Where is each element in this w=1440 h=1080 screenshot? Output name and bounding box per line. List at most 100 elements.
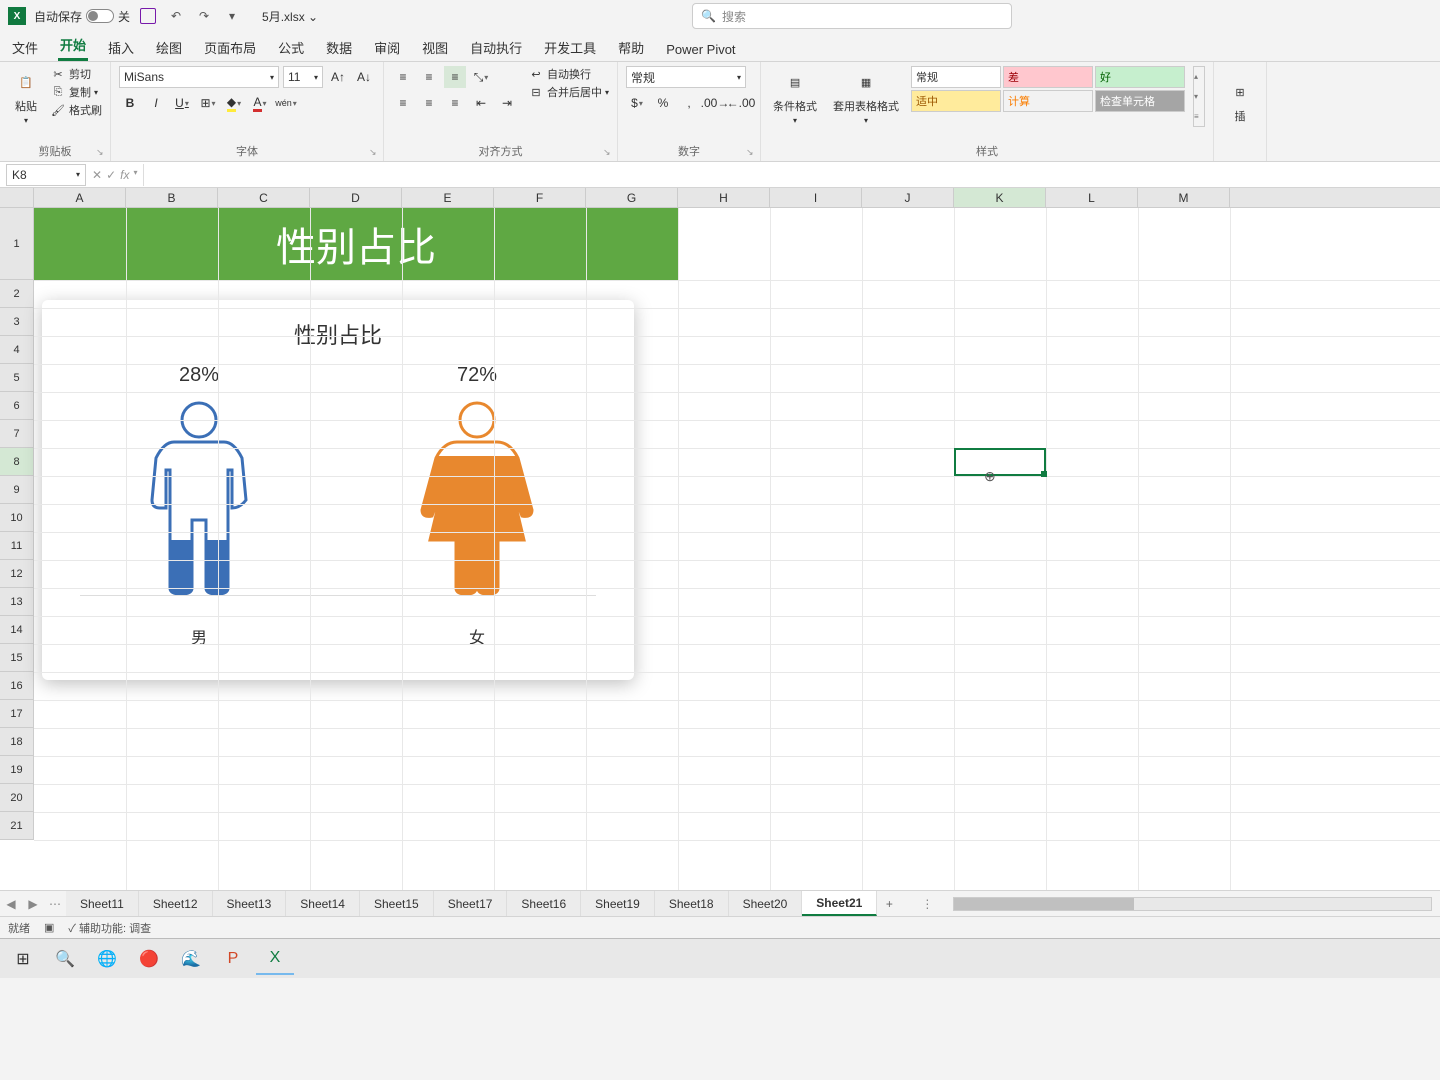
powerpoint-icon[interactable]: P <box>214 943 252 975</box>
row-header[interactable]: 6 <box>0 392 33 420</box>
dialog-launcher-icon[interactable]: ↘ <box>369 147 381 159</box>
tab-auto[interactable]: 自动执行 <box>468 34 524 61</box>
tab-power[interactable]: Power Pivot <box>664 38 737 61</box>
phonetic-button[interactable]: wén <box>275 92 297 114</box>
cell-styles-gallery[interactable]: 常规 差 好 适中 计算 检查单元格 <box>911 66 1185 127</box>
row-header[interactable]: 7 <box>0 420 33 448</box>
tab-formula[interactable]: 公式 <box>276 34 306 61</box>
tab-dev[interactable]: 开发工具 <box>542 34 598 61</box>
decrease-decimal-button[interactable]: ←.00 <box>730 92 752 114</box>
font-color-button[interactable]: A <box>249 92 271 114</box>
column-header[interactable]: L <box>1046 188 1138 207</box>
tab-review[interactable]: 审阅 <box>372 34 402 61</box>
column-header[interactable]: J <box>862 188 954 207</box>
style-bad[interactable]: 差 <box>1003 66 1093 88</box>
tab-home[interactable]: 开始 <box>58 31 88 61</box>
sheet-tab[interactable]: Sheet21 <box>802 891 877 916</box>
style-normal[interactable]: 常规 <box>911 66 1001 88</box>
enter-icon[interactable]: ✓ <box>106 168 116 182</box>
border-button[interactable]: ⊞ <box>197 92 219 114</box>
number-format-select[interactable]: 常规▾ <box>626 66 746 88</box>
align-top-button[interactable]: ≡ <box>392 66 414 88</box>
align-center-button[interactable]: ≡ <box>418 92 440 114</box>
align-left-button[interactable]: ≡ <box>392 92 414 114</box>
status-accessibility[interactable]: ✓ 辅助功能: 调查 <box>68 920 151 936</box>
row-header[interactable]: 21 <box>0 812 33 840</box>
taskbar-search-icon[interactable]: 🔍 <box>46 943 84 975</box>
decrease-indent-button[interactable]: ⇤ <box>470 92 492 114</box>
row-header[interactable]: 3 <box>0 308 33 336</box>
worksheet-grid[interactable]: ABCDEFGHIJKLM 12345678910111213141516171… <box>0 188 1440 890</box>
align-right-button[interactable]: ≡ <box>444 92 466 114</box>
decrease-font-button[interactable]: A↓ <box>353 66 375 88</box>
row-header[interactable]: 16 <box>0 672 33 700</box>
tab-help[interactable]: 帮助 <box>616 34 646 61</box>
sheet-nav-next[interactable]: ▶ <box>24 895 42 913</box>
column-header[interactable]: E <box>402 188 494 207</box>
select-all-corner[interactable] <box>0 188 34 208</box>
style-check[interactable]: 检查单元格 <box>1095 90 1185 112</box>
sheet-nav-more[interactable]: ⋯ <box>46 895 64 913</box>
tab-layout[interactable]: 页面布局 <box>202 34 258 61</box>
sheet-tab[interactable]: Sheet18 <box>655 891 729 916</box>
cut-button[interactable]: ✂剪切 <box>50 66 102 82</box>
row-header[interactable]: 1 <box>0 208 33 280</box>
column-header[interactable]: D <box>310 188 402 207</box>
sheet-nav-prev[interactable]: ◀ <box>2 895 20 913</box>
row-header[interactable]: 2 <box>0 280 33 308</box>
qat-more-icon[interactable]: ▾ <box>222 6 242 26</box>
column-header[interactable]: H <box>678 188 770 207</box>
sheet-tab[interactable]: Sheet12 <box>139 891 213 916</box>
toggle-switch-icon[interactable] <box>86 9 114 23</box>
tab-data[interactable]: 数据 <box>324 34 354 61</box>
row-header[interactable]: 13 <box>0 588 33 616</box>
sheet-tab[interactable]: Sheet14 <box>286 891 360 916</box>
row-header[interactable]: 18 <box>0 728 33 756</box>
sheet-tab[interactable]: Sheet19 <box>581 891 655 916</box>
underline-button[interactable]: U <box>171 92 193 114</box>
active-cell[interactable] <box>954 448 1046 476</box>
row-header[interactable]: 4 <box>0 336 33 364</box>
chart-object[interactable]: 性别占比 28% 72% <box>42 300 634 680</box>
row-header[interactable]: 8 <box>0 448 33 476</box>
excel-icon[interactable]: X <box>256 943 294 975</box>
conditional-format-button[interactable]: ▤ 条件格式▾ <box>769 66 821 127</box>
edge-icon[interactable]: 🌊 <box>172 943 210 975</box>
column-header[interactable]: M <box>1138 188 1230 207</box>
cells-area[interactable]: 性别占比 性别占比 28% <box>34 208 1440 890</box>
currency-button[interactable]: $ <box>626 92 648 114</box>
fill-color-button[interactable]: ◆ <box>223 92 245 114</box>
sheet-tab[interactable]: Sheet17 <box>434 891 508 916</box>
row-header[interactable]: 12 <box>0 560 33 588</box>
table-format-button[interactable]: ▦ 套用表格格式▾ <box>829 66 903 127</box>
italic-button[interactable]: I <box>145 92 167 114</box>
tab-file[interactable]: 文件 <box>10 34 40 61</box>
dialog-launcher-icon[interactable]: ↘ <box>746 147 758 159</box>
orientation-button[interactable]: ⤡ <box>470 66 492 88</box>
merge-center-button[interactable]: ⊟合并后居中▾ <box>528 84 609 100</box>
align-middle-button[interactable]: ≡ <box>418 66 440 88</box>
wrap-text-button[interactable]: ↩自动换行 <box>528 66 609 82</box>
sheet-tab[interactable]: Sheet11 <box>66 891 139 916</box>
fx-icon[interactable]: fx <box>120 168 129 182</box>
column-header[interactable]: A <box>34 188 126 207</box>
column-header[interactable]: C <box>218 188 310 207</box>
start-button[interactable]: ⊞ <box>4 943 42 975</box>
row-header[interactable]: 9 <box>0 476 33 504</box>
percent-button[interactable]: % <box>652 92 674 114</box>
add-sheet-button[interactable]: + <box>877 897 901 911</box>
bold-button[interactable]: B <box>119 92 141 114</box>
undo-button[interactable]: ↶ <box>166 6 186 26</box>
chrome-icon[interactable]: 🌐 <box>88 943 126 975</box>
increase-font-button[interactable]: A↑ <box>327 66 349 88</box>
save-button[interactable] <box>138 6 158 26</box>
column-header[interactable]: F <box>494 188 586 207</box>
sheet-tab[interactable]: Sheet15 <box>360 891 434 916</box>
cancel-icon[interactable]: ✕ <box>92 168 102 182</box>
tab-draw[interactable]: 绘图 <box>154 34 184 61</box>
style-good[interactable]: 好 <box>1095 66 1185 88</box>
format-painter-button[interactable]: 🖌格式刷 <box>50 102 102 118</box>
style-neutral[interactable]: 适中 <box>911 90 1001 112</box>
search-input[interactable]: 🔍 搜索 <box>692 3 1012 29</box>
formula-input[interactable] <box>143 164 1440 186</box>
